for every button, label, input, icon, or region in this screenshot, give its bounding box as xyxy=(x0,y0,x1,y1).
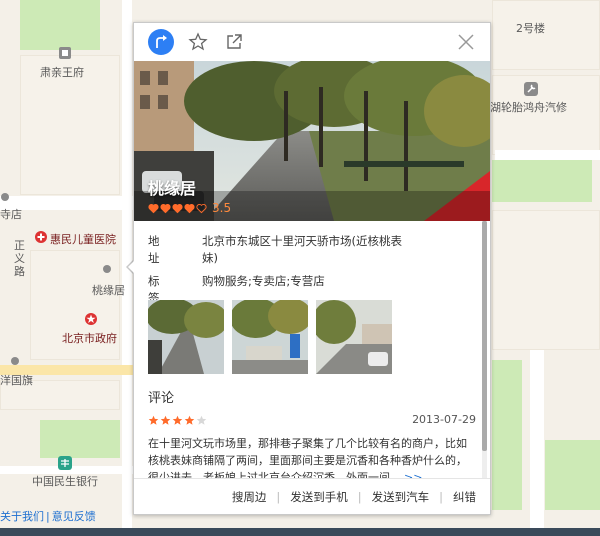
poi-dot-icon[interactable] xyxy=(100,262,114,276)
navigation-icon xyxy=(156,35,167,48)
landmark-icon[interactable] xyxy=(58,46,72,60)
city-block xyxy=(492,0,600,70)
share-icon[interactable] xyxy=(224,32,244,52)
address-label: 地址 xyxy=(148,234,172,265)
road xyxy=(530,350,544,536)
photo-thumbnail[interactable] xyxy=(148,300,224,374)
bottom-bar xyxy=(0,528,600,536)
action-separator: | xyxy=(276,489,281,504)
heart-empty-icon xyxy=(196,203,207,213)
poi-label[interactable]: 北京市政府 xyxy=(62,330,117,346)
heart-filled-icon xyxy=(148,203,159,213)
photo-thumbnail[interactable] xyxy=(316,300,392,374)
popup-toolbar xyxy=(134,23,490,61)
comment-date: 2013-07-29 xyxy=(412,413,476,426)
rating-score: 3.5 xyxy=(212,201,232,215)
star-empty-icon xyxy=(196,415,207,425)
poi-label[interactable]: 寺店 xyxy=(0,206,22,222)
scrollbar[interactable] xyxy=(482,221,487,479)
park-area xyxy=(492,160,592,202)
footer-links: 关于我们 | 意见反馈 xyxy=(0,508,96,524)
city-block xyxy=(492,75,600,155)
tags-value: 购物服务;专卖店;专营店 xyxy=(202,274,325,288)
hospital-icon[interactable] xyxy=(34,230,48,244)
action-bar: 搜周边 | 发送到手机 | 发送到汽车 | 纠错 xyxy=(134,478,490,514)
send-to-phone-button[interactable]: 发送到手机 xyxy=(290,489,348,505)
star-filled-icon xyxy=(160,415,171,425)
road xyxy=(495,150,600,160)
navigation-button[interactable] xyxy=(148,29,174,55)
action-separator: | xyxy=(357,489,362,504)
scrollbar-thumb[interactable] xyxy=(482,221,487,451)
search-nearby-button[interactable]: 搜周边 xyxy=(232,489,267,505)
government-icon[interactable] xyxy=(84,312,98,326)
heart-filled-icon xyxy=(184,203,195,213)
road-label: 路 xyxy=(14,265,25,278)
comment-stars xyxy=(148,415,208,426)
city-block xyxy=(492,210,600,350)
wrench-icon[interactable] xyxy=(524,82,538,96)
place-name: 桃缘居 xyxy=(148,179,197,198)
close-icon[interactable] xyxy=(456,32,476,52)
park-area xyxy=(545,440,600,510)
star-filled-icon xyxy=(184,415,195,425)
comments-heading: 评论 xyxy=(148,391,175,406)
poi-label[interactable]: 惠民儿童医院 xyxy=(50,231,116,247)
street-photo xyxy=(232,300,308,374)
feedback-link[interactable]: 意见反馈 xyxy=(52,510,96,523)
poi-label[interactable]: 湖轮胎鸿舟汽修 xyxy=(490,99,567,115)
send-to-car-button[interactable]: 发送到汽车 xyxy=(372,489,430,505)
heart-filled-icon xyxy=(172,203,183,213)
photo-thumbnail[interactable] xyxy=(232,300,308,374)
star-filled-icon xyxy=(172,415,183,425)
star-filled-icon xyxy=(148,415,159,425)
action-separator: | xyxy=(439,489,443,504)
street-photo xyxy=(316,300,392,374)
star-icon[interactable] xyxy=(188,32,208,52)
place-info-popup: 桃缘居 3.5 地址 北京市东城区十里河天骄市场(近核桃表妹) 标签 购物服务;… xyxy=(133,22,491,515)
about-link[interactable]: 关于我们 xyxy=(0,510,44,523)
poi-label[interactable]: 洋国旗 xyxy=(0,372,33,388)
poi-label[interactable]: 桃缘居 xyxy=(92,282,125,298)
poi-label[interactable]: 中国民生银行 xyxy=(32,473,98,489)
poi-label[interactable]: 肃亲王府 xyxy=(40,64,84,80)
park-area xyxy=(40,420,120,458)
park-area xyxy=(20,0,100,50)
address-value: 北京市东城区十里河天骄市场(近核桃表妹) xyxy=(202,234,402,265)
popup-pointer-fill xyxy=(128,260,135,274)
poi-dot-icon[interactable] xyxy=(8,354,22,368)
place-photo[interactable]: 桃缘居 3.5 xyxy=(134,61,490,221)
report-error-button[interactable]: 纠错 xyxy=(453,489,476,505)
rating-hearts xyxy=(148,203,208,214)
heart-filled-icon xyxy=(160,203,171,213)
footer-separator: | xyxy=(46,510,50,523)
street-photo xyxy=(148,300,224,374)
bank-icon[interactable] xyxy=(58,456,72,470)
park-area xyxy=(492,360,522,510)
place-rating: 3.5 xyxy=(148,201,231,215)
poi-label[interactable]: 2号楼 xyxy=(516,20,545,36)
poi-dot-icon[interactable] xyxy=(0,190,14,204)
